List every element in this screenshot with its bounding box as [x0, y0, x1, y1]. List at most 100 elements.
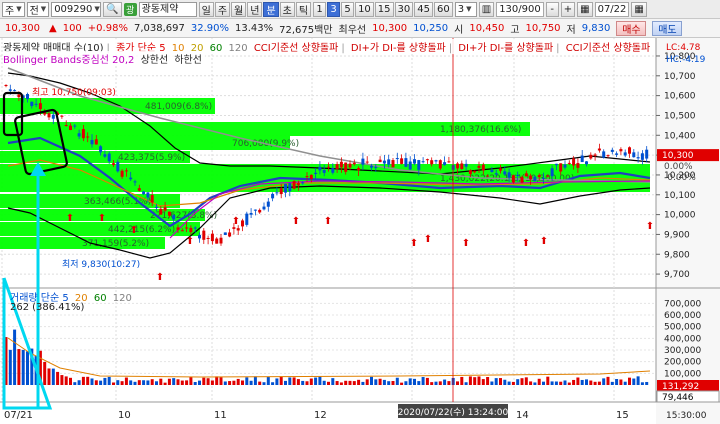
indicator-hc: HC:-4.19	[666, 55, 706, 65]
calendar-button[interactable]: ▦	[577, 1, 593, 17]
unit-button[interactable]: 월	[231, 1, 247, 17]
unit-button[interactable]: 분	[263, 1, 279, 17]
volume-bar	[81, 376, 85, 385]
candle-body	[193, 227, 197, 229]
candle-body	[382, 160, 386, 164]
candle-body	[567, 162, 571, 164]
candle-body	[421, 161, 425, 163]
candle-body	[34, 103, 38, 105]
volume-bar	[206, 378, 210, 385]
volume-bar	[284, 380, 287, 385]
minute-button[interactable]: 10	[355, 1, 374, 17]
unit-button[interactable]: 초	[279, 1, 295, 17]
minute-button[interactable]: 3	[327, 1, 341, 17]
candle-body	[339, 161, 343, 168]
candle-body	[456, 163, 459, 169]
candle-body	[73, 125, 77, 127]
volume-bar	[120, 381, 124, 385]
volume-bar	[477, 376, 481, 385]
volume-bar	[365, 379, 369, 385]
candle-body	[430, 160, 434, 165]
volume-bar	[180, 380, 184, 385]
signal-up-arrow: ⬆	[186, 236, 194, 247]
stock-favorite-icon[interactable]: 광	[123, 2, 137, 16]
volume-bar	[344, 380, 348, 385]
volume-bar	[537, 378, 541, 385]
candle-body	[266, 201, 270, 207]
volume-value: 7,038,697	[133, 22, 185, 34]
legend-bollinger: Bollinger Bands중심선 20,2	[3, 55, 135, 66]
chevron-down-icon: ▼	[16, 5, 22, 13]
sell-button[interactable]: 매도	[652, 20, 683, 36]
chart-type-button[interactable]: ▥	[478, 1, 495, 17]
chart-area[interactable]: 10,80010,70010,60010,50010,40010,30010,2…	[0, 38, 720, 424]
volume-bar	[112, 382, 115, 385]
candle-body	[159, 208, 163, 215]
candle-body	[499, 168, 502, 171]
candle-body	[503, 171, 507, 175]
options-button[interactable]: ▦	[631, 1, 647, 17]
signal-up-arrow: ⬆	[324, 216, 332, 227]
unit-button[interactable]: 년	[247, 1, 263, 17]
price-volume-chart[interactable]: 10,80010,70010,60010,50010,40010,30010,2…	[0, 38, 720, 424]
candle-body	[223, 232, 227, 235]
minute-button[interactable]: 1	[313, 1, 327, 17]
search-button[interactable]: 🔍	[103, 1, 122, 17]
interval-select[interactable]: 3 ▼	[454, 1, 477, 17]
minute-button[interactable]: 30	[394, 1, 414, 17]
volume-bar	[245, 377, 249, 385]
candle-body	[537, 175, 541, 178]
minute-button[interactable]: 15	[374, 1, 394, 17]
unit-button[interactable]: 주	[214, 1, 231, 17]
volume-tag-2-label: 79,446	[662, 393, 694, 403]
volume-bar	[51, 368, 55, 385]
date-field[interactable]: 07/22	[594, 1, 630, 17]
price-axis-label: 10,500	[664, 111, 696, 121]
unit-button[interactable]: 틱	[295, 1, 312, 17]
candle-body	[387, 159, 391, 165]
candle-body	[443, 162, 447, 166]
price-axis-label: 10,000	[664, 211, 696, 221]
candle-body	[64, 125, 68, 127]
volume-bar	[378, 378, 382, 385]
count-field[interactable]: 130/900	[496, 1, 544, 17]
volume-bar	[636, 376, 640, 385]
market-select[interactable]: 주 ▼	[2, 1, 25, 17]
time-axis-right-label: 15:30:00	[666, 411, 707, 421]
minute-button[interactable]: 60	[434, 1, 453, 17]
legend-di-1: DI+가 DI-를 상향돌파	[350, 43, 446, 54]
legend-ma-60: 60	[209, 43, 223, 54]
unit-button[interactable]: 일	[198, 1, 214, 17]
volume-bar	[327, 381, 330, 385]
candle-body	[275, 192, 279, 194]
candle-body	[365, 161, 369, 163]
volume-bar	[645, 381, 649, 385]
minute-button[interactable]: 5	[341, 1, 355, 17]
candle-body	[438, 160, 442, 169]
volume-bar	[266, 376, 270, 385]
candle-body	[619, 149, 623, 152]
buy-button[interactable]: 매수	[616, 20, 647, 36]
legend-di-2: DI+가 DI-를 상향돌파	[458, 43, 554, 54]
candle-body	[606, 155, 610, 157]
zoom-in-button[interactable]: +	[560, 1, 576, 17]
volume-bar	[567, 382, 571, 385]
zoom-out-button[interactable]: -	[545, 1, 559, 17]
candle-body	[589, 154, 593, 159]
candle-body	[292, 181, 296, 189]
candle-body	[352, 162, 356, 165]
stock-code-input[interactable]: 009290 ▼	[51, 1, 102, 17]
volume-bar	[606, 376, 610, 385]
minute-button[interactable]: 45	[414, 1, 433, 17]
time-axis-label: 10	[118, 410, 131, 421]
period-value: 전	[29, 5, 39, 17]
candle-body	[309, 174, 313, 180]
volume-bar	[546, 376, 550, 385]
candle-body	[636, 157, 640, 159]
period-select[interactable]: 전 ▼	[26, 1, 50, 17]
pct-label-lower: -0.00%	[664, 173, 696, 183]
candle-body	[322, 170, 326, 173]
volume-bar	[21, 349, 25, 385]
volume-legend-120: 120	[112, 293, 132, 304]
candle-body	[232, 227, 236, 229]
